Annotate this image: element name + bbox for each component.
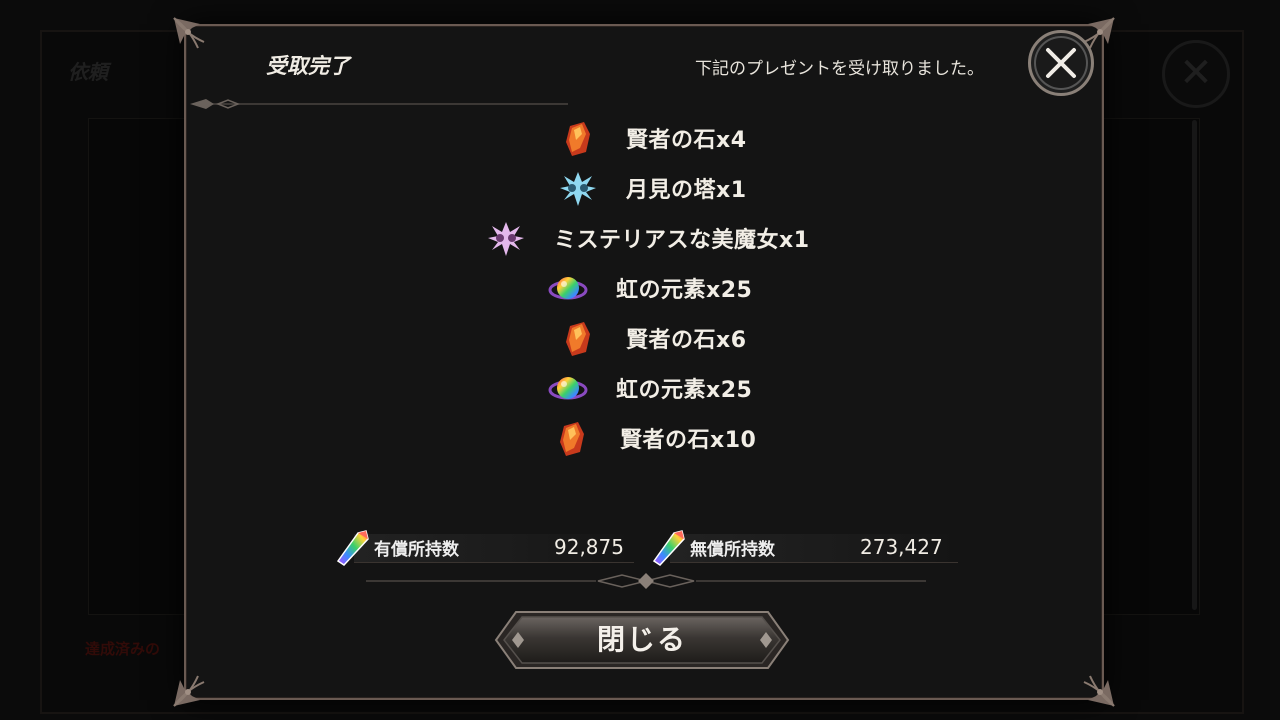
dialog-subtitle: 下記のプレゼントを受け取りました。	[695, 59, 984, 79]
item-label: 賢者の石x6	[626, 328, 747, 353]
rainbow-element-orb-icon	[548, 377, 588, 400]
item-label: 賢者の石x4	[626, 128, 747, 153]
list-item: 賢者の石x6	[558, 317, 747, 359]
mysterious-witch-emblem-icon	[488, 222, 524, 256]
item-label: 月見の塔x1	[626, 178, 747, 203]
ornament-corner-icon	[173, 675, 205, 707]
rainbow-crystal-icon	[652, 530, 685, 566]
rainbow-element-orb-icon	[548, 277, 588, 300]
sage-stone-icon	[566, 122, 590, 156]
item-label: 賢者の石x10	[620, 428, 757, 453]
sage-stone-icon	[566, 322, 590, 356]
ornament-corner-icon	[173, 17, 205, 49]
paid-balance-label: 有償所持数	[374, 539, 459, 560]
close-button-label: 閉じる	[596, 623, 687, 656]
list-item: 賢者の石x10	[552, 417, 756, 459]
paid-balance-value: 92,875	[554, 535, 624, 559]
header-divider	[190, 99, 568, 109]
item-label: 虹の元素x25	[616, 378, 753, 403]
free-balance-label: 無償所持数	[690, 539, 775, 560]
rainbow-crystal-icon	[336, 530, 369, 566]
close-x-icon	[1046, 48, 1076, 78]
free-balance-value: 273,427	[860, 535, 943, 559]
reward-dialog: 受取完了 下記のプレゼントを受け取りました。 賢者の石x4 月見の塔x1 ミステ…	[173, 17, 1115, 707]
list-item: 虹の元素x25	[548, 367, 752, 409]
close-icon-button[interactable]	[1028, 30, 1094, 96]
close-button[interactable]: 閉じる	[494, 610, 790, 670]
sage-stone-icon	[560, 422, 584, 456]
footer-divider	[366, 573, 926, 589]
list-item: ミステリアスな美魔女x1	[486, 217, 810, 259]
list-item: 月見の塔x1	[558, 167, 747, 209]
dialog-title: 受取完了	[266, 54, 350, 78]
item-label: ミステリアスな美魔女x1	[554, 228, 810, 253]
list-item: 虹の元素x25	[548, 267, 752, 309]
paid-balance: 有償所持数 92,875	[332, 530, 634, 566]
ornament-corner-icon	[1083, 675, 1115, 707]
list-item: 賢者の石x4	[558, 117, 747, 159]
moon-tower-emblem-icon	[560, 172, 596, 206]
free-balance: 無償所持数 273,427	[648, 530, 958, 566]
item-label: 虹の元素x25	[616, 278, 753, 303]
